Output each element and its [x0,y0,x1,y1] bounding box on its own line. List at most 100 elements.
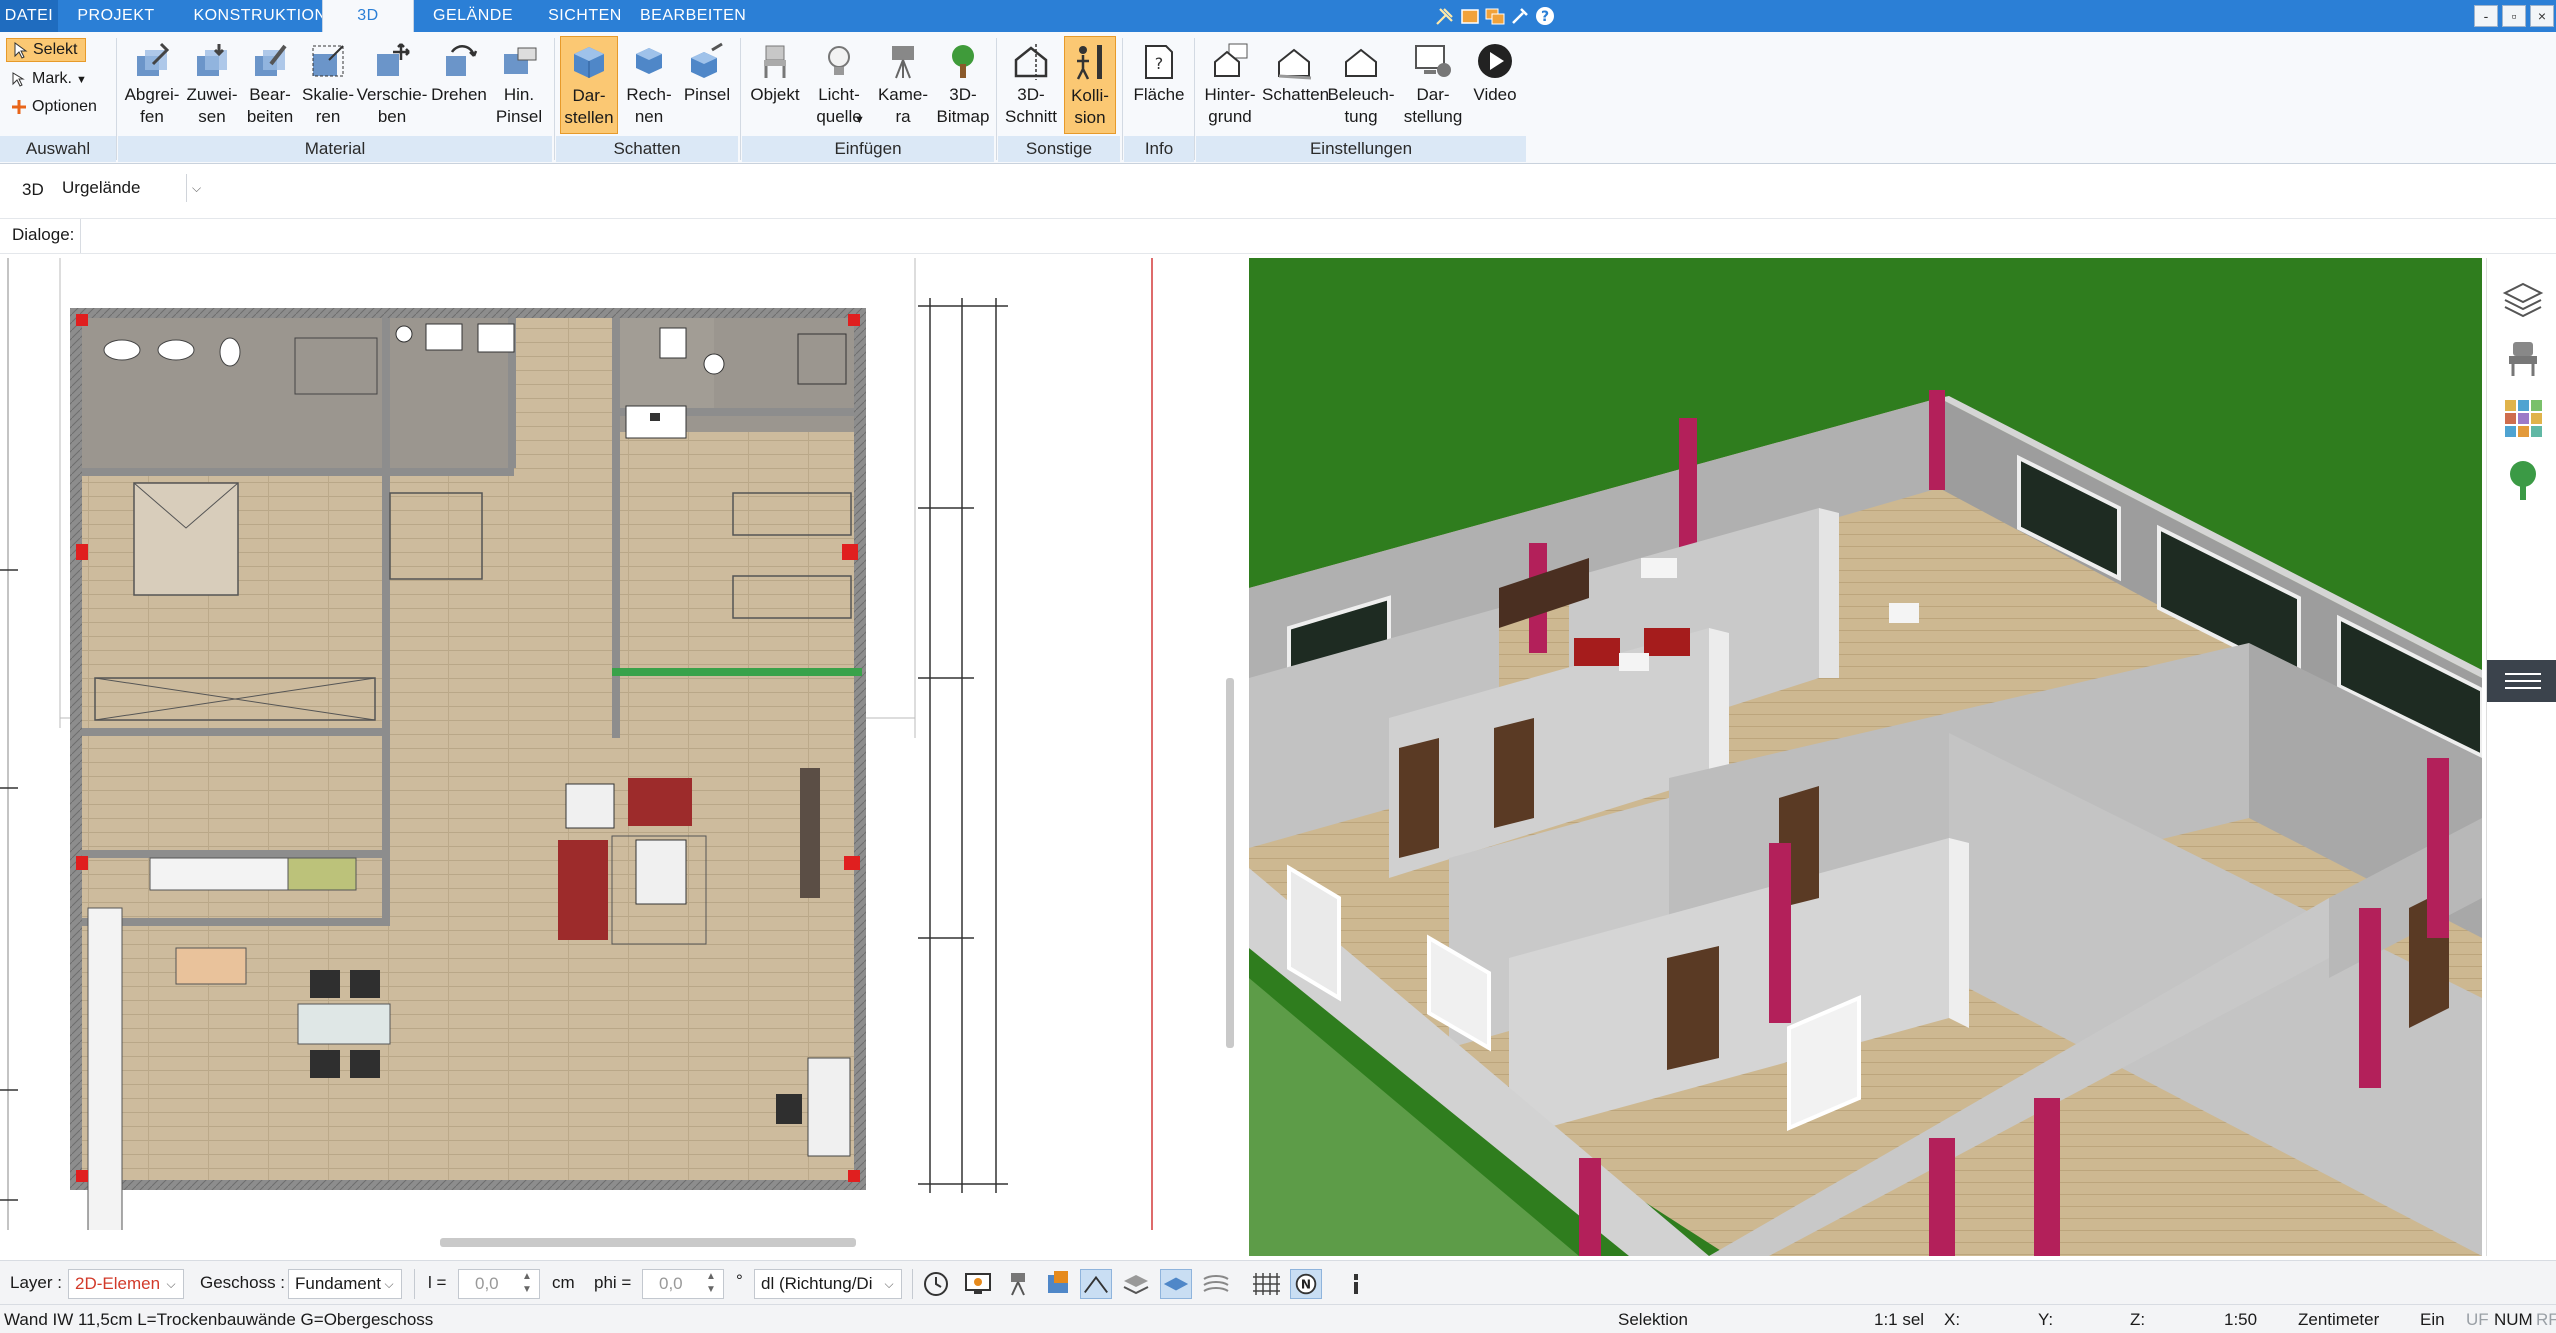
bitmap-3d-button[interactable]: 3D- Bitmap [934,36,992,134]
layer-select[interactable]: 2D-Elemen ⌵ [68,1269,184,1299]
insert-object-button[interactable]: Objekt [744,36,806,134]
spinner-icon[interactable]: ▲ ▼ [701,1270,721,1298]
plants-icon[interactable] [2505,458,2541,502]
svg-text:?: ? [1541,9,1549,25]
group-schatten-label: Schatten [556,136,738,162]
background-button[interactable]: Hinter- grund [1198,36,1262,134]
house-lighting-icon [1345,48,1377,77]
plan-vertical-scrollbar[interactable] [1226,678,1234,1048]
tab-gelaende[interactable]: GELÄNDE [430,0,516,32]
compute-shadows-button[interactable]: Rech- nen [620,36,678,134]
cube-brush-icon [691,42,723,78]
group-einfuegen-label: Einfügen [742,136,994,162]
camera-tripod-icon[interactable] [1002,1269,1034,1299]
hamburger-icon [2505,673,2541,689]
tab-projekt[interactable]: PROJEKT [70,0,162,32]
palette-icon[interactable] [1042,1269,1074,1299]
close-button[interactable]: × [2530,5,2554,27]
grid-icon[interactable] [1250,1269,1282,1299]
section-3d-button[interactable]: 3D- Schnitt [1000,36,1062,134]
help-icon[interactable]: ? [1534,5,1556,27]
video-label: Video [1473,85,1517,104]
camera-button[interactable]: Kame- ra [872,36,934,134]
draw-wall-icon[interactable] [1080,1269,1112,1299]
group-separator [1194,38,1195,160]
camera-icon [892,46,914,79]
ein-indicator: Ein [2420,1310,2445,1329]
unit-text: Zentimeter [2298,1310,2380,1329]
length-value: 0,0 [475,1274,499,1293]
hint-brush-label: Hin. Pinsel [495,85,543,126]
tab-3d[interactable]: 3D [322,0,414,32]
clock-icon[interactable] [920,1269,952,1299]
spinner-icon[interactable]: ▲ ▼ [517,1270,537,1298]
mode-row: 3D Urgelände ⌵ [0,170,2556,214]
light-source-button[interactable]: Licht- quelle ▼ [808,36,870,134]
brush-settings-icon[interactable] [1509,5,1531,27]
phi-input[interactable]: 0,0 ▲ ▼ [642,1269,724,1299]
render-shadows-button[interactable]: Dar- stellen [560,36,618,134]
wall-pattern-icon[interactable] [1120,1269,1152,1299]
cube-shadow-icon [574,47,604,78]
shadow-settings-button[interactable]: Schatten [1262,36,1329,134]
assign-material-button[interactable]: Zuwei- sen [184,36,240,134]
properties-bar: Layer : 2D-Elemen ⌵ Geschoss : Fundament… [0,1260,2556,1304]
area-label: Fläche [1133,85,1185,104]
floor-layer-icon[interactable] [1160,1269,1192,1299]
hint-brush-button[interactable]: Hin. Pinsel [490,36,548,134]
3d-house-render[interactable] [1249,258,2482,1256]
storey-value: Fundament [295,1274,381,1293]
light-bulb-icon [828,46,850,75]
textures-icon[interactable] [2503,398,2543,438]
svg-text:?: ? [1155,54,1164,73]
plan-horizontal-scrollbar[interactable] [440,1238,856,1247]
floor-plan-view[interactable] [0,258,1218,1230]
mode-label: 3D [22,180,44,199]
y-coordinate: Y: [2038,1310,2054,1329]
edit-material-button[interactable]: Bear- beiten [240,36,300,134]
menu-button[interactable] [2487,660,2556,702]
floor-plan-drawing[interactable] [0,258,1218,1230]
layer-window-icon[interactable] [1459,5,1481,27]
length-input[interactable]: 0,0 ▲ ▼ [458,1269,540,1299]
terrain-select[interactable]: Urgelände ⌵ [56,174,208,204]
assign-material-label: Zuwei- sen [186,85,238,126]
3d-view[interactable] [1249,258,2482,1256]
minimize-button[interactable]: - [2474,5,2498,27]
north-arrow-icon[interactable]: N [1290,1269,1322,1299]
chair-icon [764,45,786,78]
scale-material-button[interactable]: Skalie- ren [300,36,356,134]
display-settings-button[interactable]: Dar- stellung [1398,36,1468,134]
pick-material-button[interactable]: Abgrei- fen [120,36,184,134]
tab-konstruktion[interactable]: KONSTRUKTION [180,0,340,32]
chevron-down-icon: ⌵ [884,1277,894,1291]
more-options-icon[interactable] [1340,1269,1372,1299]
tab-bearbeiten[interactable]: BEARBEITEN [640,0,746,32]
rotate-material-button[interactable]: Drehen [428,36,490,134]
render-shadows-label: Dar- stellen [564,86,614,127]
lighting-button[interactable]: Beleuch- tung [1326,36,1396,134]
move-material-button[interactable]: Verschie- ben [356,36,428,134]
storey-select[interactable]: Fundament ⌵ [288,1269,402,1299]
mark-button[interactable]: Mark. ▼ [6,66,87,92]
dialogs-bar: Dialoge: [0,218,2556,254]
scale-text: 1:50 [2224,1310,2258,1329]
tools-icon[interactable] [1434,5,1456,27]
options-button[interactable]: Optionen [6,94,97,120]
layers-icon[interactable] [2501,278,2545,322]
shadow-brush-button[interactable]: Pinsel [678,36,736,134]
tab-datei[interactable]: DATEI [0,0,58,32]
area-button[interactable]: ? Fläche [1128,36,1190,134]
collision-button[interactable]: Kolli- sion [1064,36,1116,134]
window-arrange-icon[interactable] [1484,5,1506,27]
hatch-icon[interactable] [1200,1269,1232,1299]
tab-sichten[interactable]: SICHTEN [545,0,625,32]
select-button[interactable]: Selekt [6,38,86,62]
mode-text: Selektion [1618,1310,1688,1329]
monitor-sun-icon[interactable] [962,1269,994,1299]
video-button[interactable]: Video [1468,36,1522,134]
cursor-icon [14,42,28,59]
restore-button[interactable]: ▫ [2502,5,2526,27]
direction-select[interactable]: dl (Richtung/Di ⌵ [754,1269,902,1299]
furniture-icon[interactable] [2505,338,2541,378]
